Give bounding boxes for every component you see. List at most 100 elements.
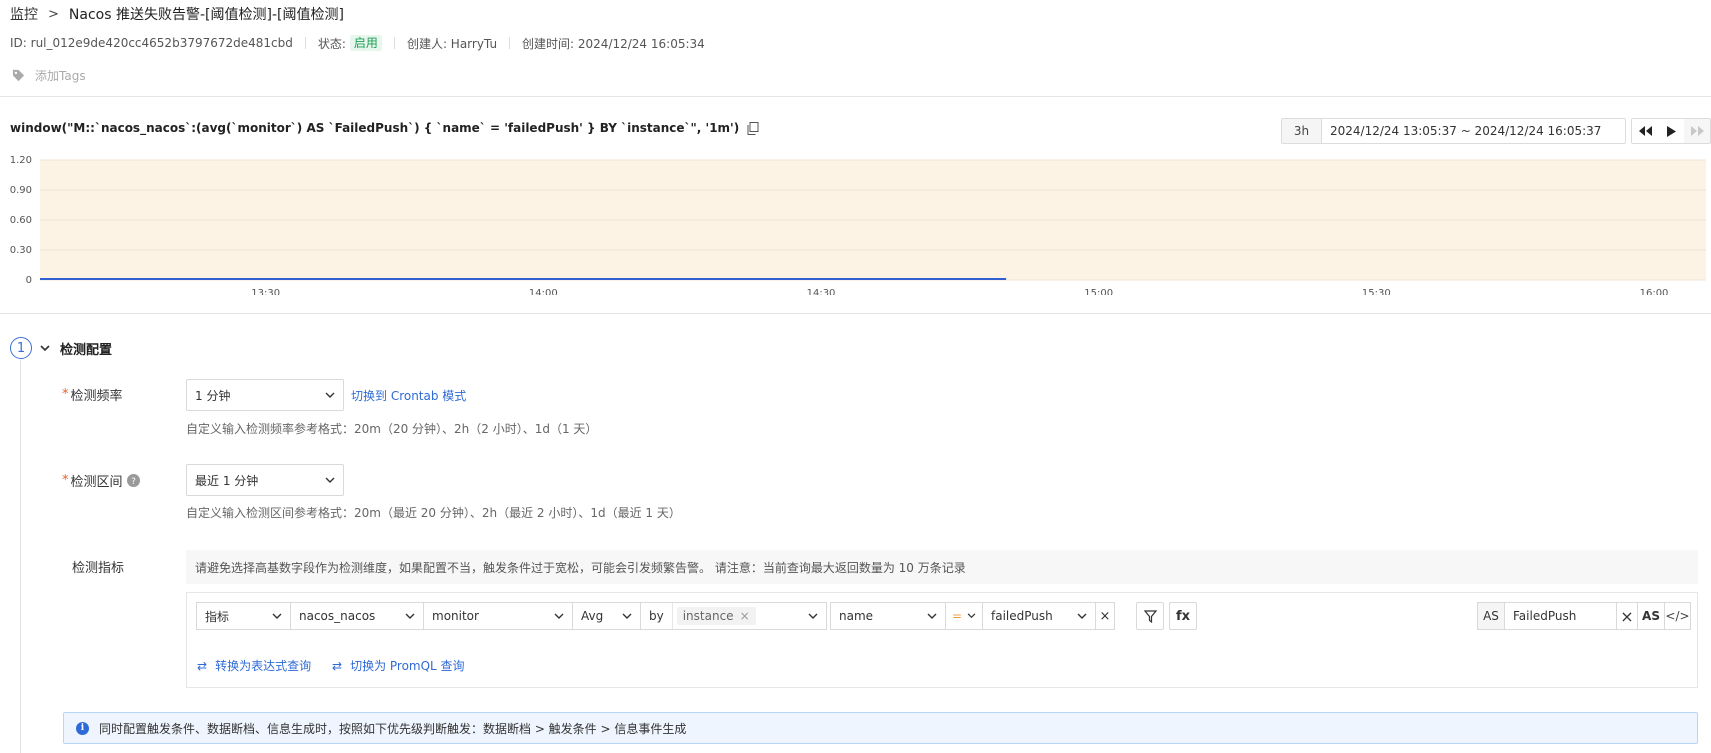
required-mark: * xyxy=(62,386,69,402)
time-range-picker[interactable]: 3h 2024/12/24 13:05:37 ~ 2024/12/24 16:0… xyxy=(1281,118,1626,144)
filter-button[interactable] xyxy=(1136,602,1164,630)
add-tags-label: 添加Tags xyxy=(35,68,86,83)
query-type-value: 指标 xyxy=(205,609,230,624)
interval-select[interactable]: 最近 1 分钟 xyxy=(186,464,344,496)
freq-hint: 自定义输入检测频率参考格式：20m（20 分钟）、2h（2 小时）、1d（1 天… xyxy=(186,422,598,436)
freq-select[interactable]: 1 分钟 xyxy=(186,379,344,411)
add-tags-button[interactable]: 添加Tags xyxy=(12,66,86,84)
interval-select-value: 最近 1 分钟 xyxy=(195,473,259,488)
metric-label: 检测指标 xyxy=(72,560,125,576)
x-tick-label: 16:00 xyxy=(1640,288,1669,295)
alias-toggle-button[interactable]: AS xyxy=(1637,602,1665,630)
alias-input[interactable]: FailedPush xyxy=(1504,602,1617,630)
info-icon: i xyxy=(76,721,89,735)
clear-alias-button[interactable]: × xyxy=(1616,602,1638,630)
status-label: 状态: xyxy=(317,36,346,51)
remove-filter-button[interactable]: × xyxy=(1095,602,1115,630)
rewind-button[interactable] xyxy=(1632,119,1658,143)
chevron-right-icon: > xyxy=(48,6,59,22)
divider xyxy=(0,96,1711,97)
x-tick-label: 15:00 xyxy=(1084,288,1113,295)
interval-label-text: 检测区间 xyxy=(70,474,123,490)
breadcrumb-root-link[interactable]: 监控 xyxy=(10,4,38,24)
interval-label: * 检测区间 ? xyxy=(62,471,140,490)
y-tick-label: 0.90 xyxy=(10,185,32,196)
step-number: 1 xyxy=(10,337,32,359)
filter-value-select[interactable]: failedPush xyxy=(982,602,1096,630)
copy-icon[interactable] xyxy=(747,121,759,135)
status-badge: 启用 xyxy=(349,35,382,51)
chevron-down-icon xyxy=(405,613,415,619)
aggregation-select[interactable]: Avg xyxy=(572,602,641,630)
measurement-select[interactable]: nacos_nacos xyxy=(290,602,424,630)
y-tick-label: 0.60 xyxy=(10,215,32,226)
time-navigation xyxy=(1631,118,1711,144)
priority-info-text: 同时配置触发条件、数据断档、信息生成时，按照如下优先级判断触发：数据断档 > 触… xyxy=(99,721,687,736)
query-expression: window("M::`nacos_nacos`:(avg(`monitor`)… xyxy=(10,121,759,135)
switch-crontab-link[interactable]: 切换到 Crontab 模式 xyxy=(351,387,466,404)
x-tick-label: 14:30 xyxy=(807,288,836,295)
section-toggle[interactable]: 检测配置 xyxy=(40,338,112,358)
field-value: monitor xyxy=(432,609,479,623)
group-by-tag-label: instance xyxy=(682,609,734,623)
remove-tag-icon[interactable]: × xyxy=(740,609,750,623)
group-by-tag: instance × xyxy=(676,607,756,625)
play-button[interactable] xyxy=(1658,119,1684,143)
created-at: 创建时间: 2024/12/24 16:05:34 xyxy=(522,36,705,51)
aggregation-value: Avg xyxy=(581,609,604,623)
rule-id: ID: rul_012e9de420cc4652b3797672de481cbd xyxy=(10,36,293,50)
to-expression-label: 转换为表达式查询 xyxy=(215,659,312,673)
metric-warning: 请避免选择高基数字段作为检测维度，如果配置不当，触发条件过于宽松，可能会引发频繁… xyxy=(186,550,1698,584)
chevron-down-icon xyxy=(622,613,632,619)
to-expression-link[interactable]: ⇄ 转换为表达式查询 xyxy=(197,657,311,674)
close-icon: × xyxy=(1620,606,1634,626)
chevron-down-icon xyxy=(272,613,282,619)
divider xyxy=(393,37,395,49)
step-connector xyxy=(20,360,21,753)
rule-meta: ID: rul_012e9de420cc4652b3797672de481cbd… xyxy=(10,34,705,52)
chevron-down-icon xyxy=(40,344,50,351)
filter-icon xyxy=(1143,609,1157,623)
freq-label-text: 检测频率 xyxy=(70,388,123,404)
y-tick-label: 1.20 xyxy=(10,155,32,166)
query-text: window("M::`nacos_nacos`:(avg(`monitor`)… xyxy=(10,121,740,135)
time-series-chart: 1.20 0.90 0.60 0.30 0 13:30 14:00 14:30 15:00 15:… xyxy=(10,155,1706,295)
filter-key-select[interactable]: name xyxy=(830,602,946,630)
measurement-value: nacos_nacos xyxy=(299,609,376,623)
swap-icon: ⇄ xyxy=(332,658,343,673)
y-tick-label: 0 xyxy=(26,275,32,286)
metric-query-builder: 指标 nacos_nacos monitor Avg by instance ×… xyxy=(186,592,1698,688)
group-by-select[interactable]: by instance × xyxy=(640,602,827,630)
fast-forward-button[interactable] xyxy=(1684,119,1710,143)
divider xyxy=(0,313,1711,314)
by-label: by xyxy=(649,609,664,623)
creator: 创建人: HarryTu xyxy=(406,36,498,51)
query-type-select[interactable]: 指标 xyxy=(196,602,291,630)
section-title: 检测配置 xyxy=(60,342,113,358)
help-icon[interactable]: ? xyxy=(126,473,140,487)
filter-operator-value: = xyxy=(952,609,963,623)
filter-operator-select[interactable]: = xyxy=(945,602,983,630)
alias-label: AS xyxy=(1477,602,1505,630)
time-range-quick[interactable]: 3h xyxy=(1282,119,1322,143)
fast-forward-icon xyxy=(1690,126,1704,136)
to-promql-label: 切换为 PromQL 查询 xyxy=(350,659,465,673)
tag-icon xyxy=(12,69,25,81)
chevron-down-icon xyxy=(927,613,937,619)
x-tick-label: 14:00 xyxy=(529,288,558,295)
function-button[interactable]: fx xyxy=(1169,602,1197,630)
svg-text:?: ? xyxy=(131,477,136,487)
field-select[interactable]: monitor xyxy=(423,602,573,630)
page-title: Nacos 推送失败告警-[阈值检测]-[阈值检测] xyxy=(68,7,344,23)
priority-info-bar: i 同时配置触发条件、数据断档、信息生成时，按照如下优先级判断触发：数据断档 >… xyxy=(63,712,1698,744)
chevron-down-icon xyxy=(554,613,564,619)
freq-select-value: 1 分钟 xyxy=(195,388,231,403)
chevron-down-icon xyxy=(808,613,818,619)
chevron-down-icon xyxy=(967,613,976,619)
time-range-value[interactable]: 2024/12/24 13:05:37 ~ 2024/12/24 16:05:3… xyxy=(1322,119,1625,143)
to-promql-link[interactable]: ⇄ 切换为 PromQL 查询 xyxy=(332,657,465,674)
required-mark: * xyxy=(62,472,69,488)
divider xyxy=(304,37,306,49)
chevron-down-icon xyxy=(1077,613,1087,619)
code-mode-button[interactable]: </> xyxy=(1664,602,1691,630)
